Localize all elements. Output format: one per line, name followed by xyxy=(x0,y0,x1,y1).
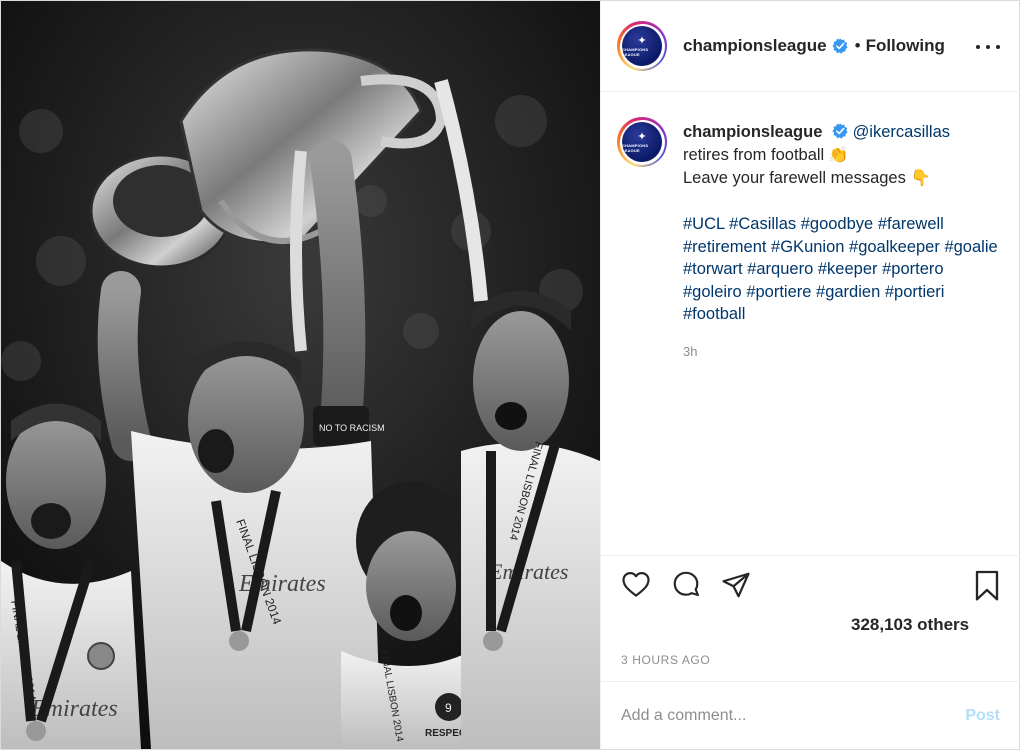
celebration-photo: NO TO RACISM FINAL LISBON 2014 Emirates … xyxy=(1,1,600,749)
separator-dot: • xyxy=(854,36,861,55)
caption-avatar-ring[interactable]: ✦ CHAMPIONS LEAGUE xyxy=(617,117,667,167)
player-face xyxy=(188,349,304,493)
hashtag-link[interactable]: #portero xyxy=(882,260,943,278)
caption-avatar: ✦ CHAMPIONS LEAGUE xyxy=(622,122,662,162)
verified-badge-icon xyxy=(832,38,848,54)
hashtag-link[interactable]: #retirement xyxy=(683,238,766,256)
profile-avatar-ring[interactable]: ✦ CHAMPIONS LEAGUE xyxy=(617,21,667,71)
hashtag-link[interactable]: #keeper xyxy=(818,260,878,278)
avatar: ✦ CHAMPIONS LEAGUE xyxy=(622,26,662,66)
hashtag-link[interactable]: #gardien xyxy=(816,283,880,301)
likes-count[interactable]: 328,103 others xyxy=(851,615,969,635)
ucl-logo-icon: ✦ xyxy=(637,130,647,143)
hashtag-list: #UCL #Casillas #goodbye #farewell #retir… xyxy=(683,215,998,323)
caption-line-1: retires from football xyxy=(683,145,825,164)
paper-plane-icon[interactable] xyxy=(721,570,751,600)
caption-section: ✦ CHAMPIONS LEAGUE championsleague @iker… xyxy=(617,117,1007,359)
comment-box: Post xyxy=(601,681,1020,749)
hashtag-link[interactable]: #football xyxy=(683,305,745,323)
following-button[interactable]: Following xyxy=(866,36,945,56)
caption-mention-link[interactable]: @ikercasillas xyxy=(853,123,950,141)
club-crest xyxy=(87,642,115,670)
hashtag-link[interactable]: #goalie xyxy=(944,238,997,256)
more-options-icon[interactable] xyxy=(976,37,1000,57)
ucl-logo-icon: ✦ xyxy=(637,34,647,47)
comment-input[interactable] xyxy=(621,706,966,725)
avatar-label: CHAMPIONS LEAGUE xyxy=(622,46,649,57)
post-time-ago: 3 HOURS AGO xyxy=(621,653,711,667)
hashtag-link[interactable]: #goleiro xyxy=(683,283,742,301)
hashtag-link[interactable]: #portieri xyxy=(885,283,945,301)
hashtag-link[interactable]: #torwart xyxy=(683,260,743,278)
patch-number: 9 xyxy=(445,701,452,715)
hashtag-link[interactable]: #arquero xyxy=(747,260,813,278)
hashtag-link[interactable]: #goodbye xyxy=(801,215,874,233)
caption-avatar-label: CHAMPIONS LEAGUE xyxy=(622,142,649,153)
hashtag-link[interactable]: #GKunion xyxy=(771,238,844,256)
hashtag-link[interactable]: #UCL xyxy=(683,215,725,233)
caption-text: championsleague @ikercasillas retires fr… xyxy=(683,117,1003,326)
post-comment-button[interactable]: Post xyxy=(965,707,1000,725)
sponsor-text-3: Emirates xyxy=(488,559,568,584)
hashtag-link[interactable]: #Casillas xyxy=(729,215,796,233)
post-photo[interactable]: NO TO RACISM FINAL LISBON 2014 Emirates … xyxy=(1,1,600,749)
bookmark-icon[interactable] xyxy=(973,570,1001,602)
header-username[interactable]: championsleague xyxy=(683,36,827,56)
action-bar xyxy=(601,555,1020,617)
hashtag-link[interactable]: #farewell xyxy=(878,215,944,233)
post-header: ✦ CHAMPIONS LEAGUE championsleague • Fol… xyxy=(601,1,1020,92)
comment-bubble-icon[interactable] xyxy=(671,570,701,600)
caption-timestamp: 3h xyxy=(683,343,698,359)
player-face-right xyxy=(473,311,569,451)
post-details-panel: ✦ CHAMPIONS LEAGUE championsleague • Fol… xyxy=(600,1,1020,749)
armband-text: NO TO RACISM xyxy=(319,423,385,433)
pointing-down-icon: 👇 xyxy=(910,170,931,187)
caption-line-2: Leave your farewell messages xyxy=(683,169,906,187)
instagram-post: NO TO RACISM FINAL LISBON 2014 Emirates … xyxy=(0,0,1020,750)
hashtag-link[interactable]: #portiere xyxy=(746,283,811,301)
verified-badge-icon xyxy=(832,123,848,139)
caption-username[interactable]: championsleague xyxy=(683,123,822,141)
hashtag-link[interactable]: #goalkeeper xyxy=(849,238,940,256)
clapping-hands-icon: 👏 xyxy=(828,146,849,164)
heart-icon[interactable] xyxy=(621,570,651,600)
